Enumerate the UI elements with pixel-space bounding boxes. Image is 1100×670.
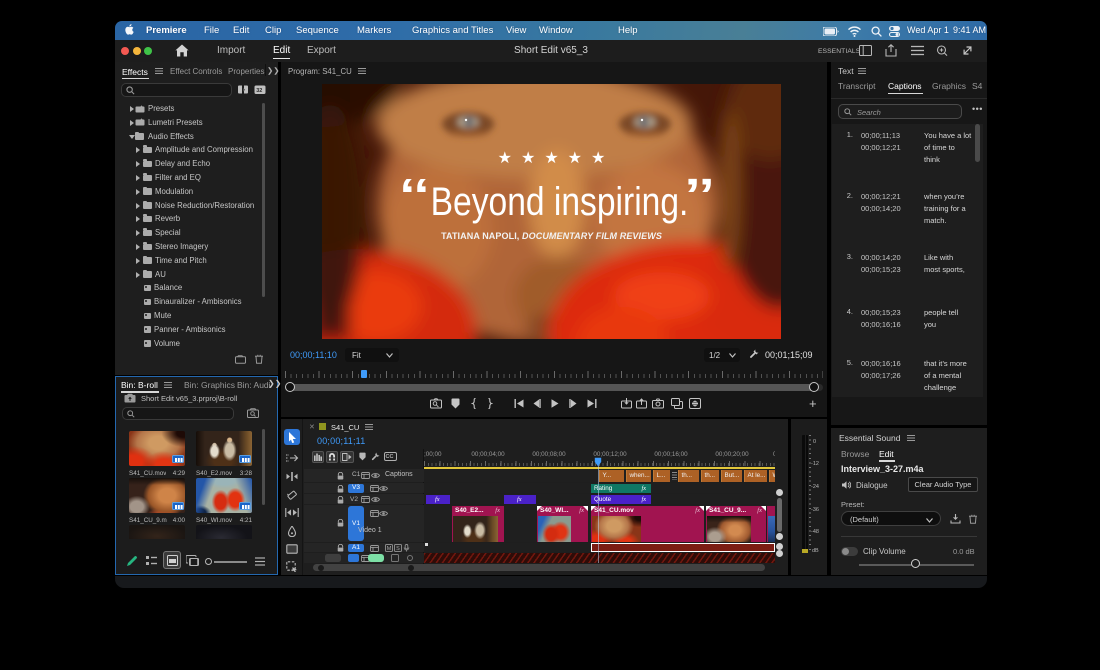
svg-text:32: 32 [256, 88, 262, 94]
